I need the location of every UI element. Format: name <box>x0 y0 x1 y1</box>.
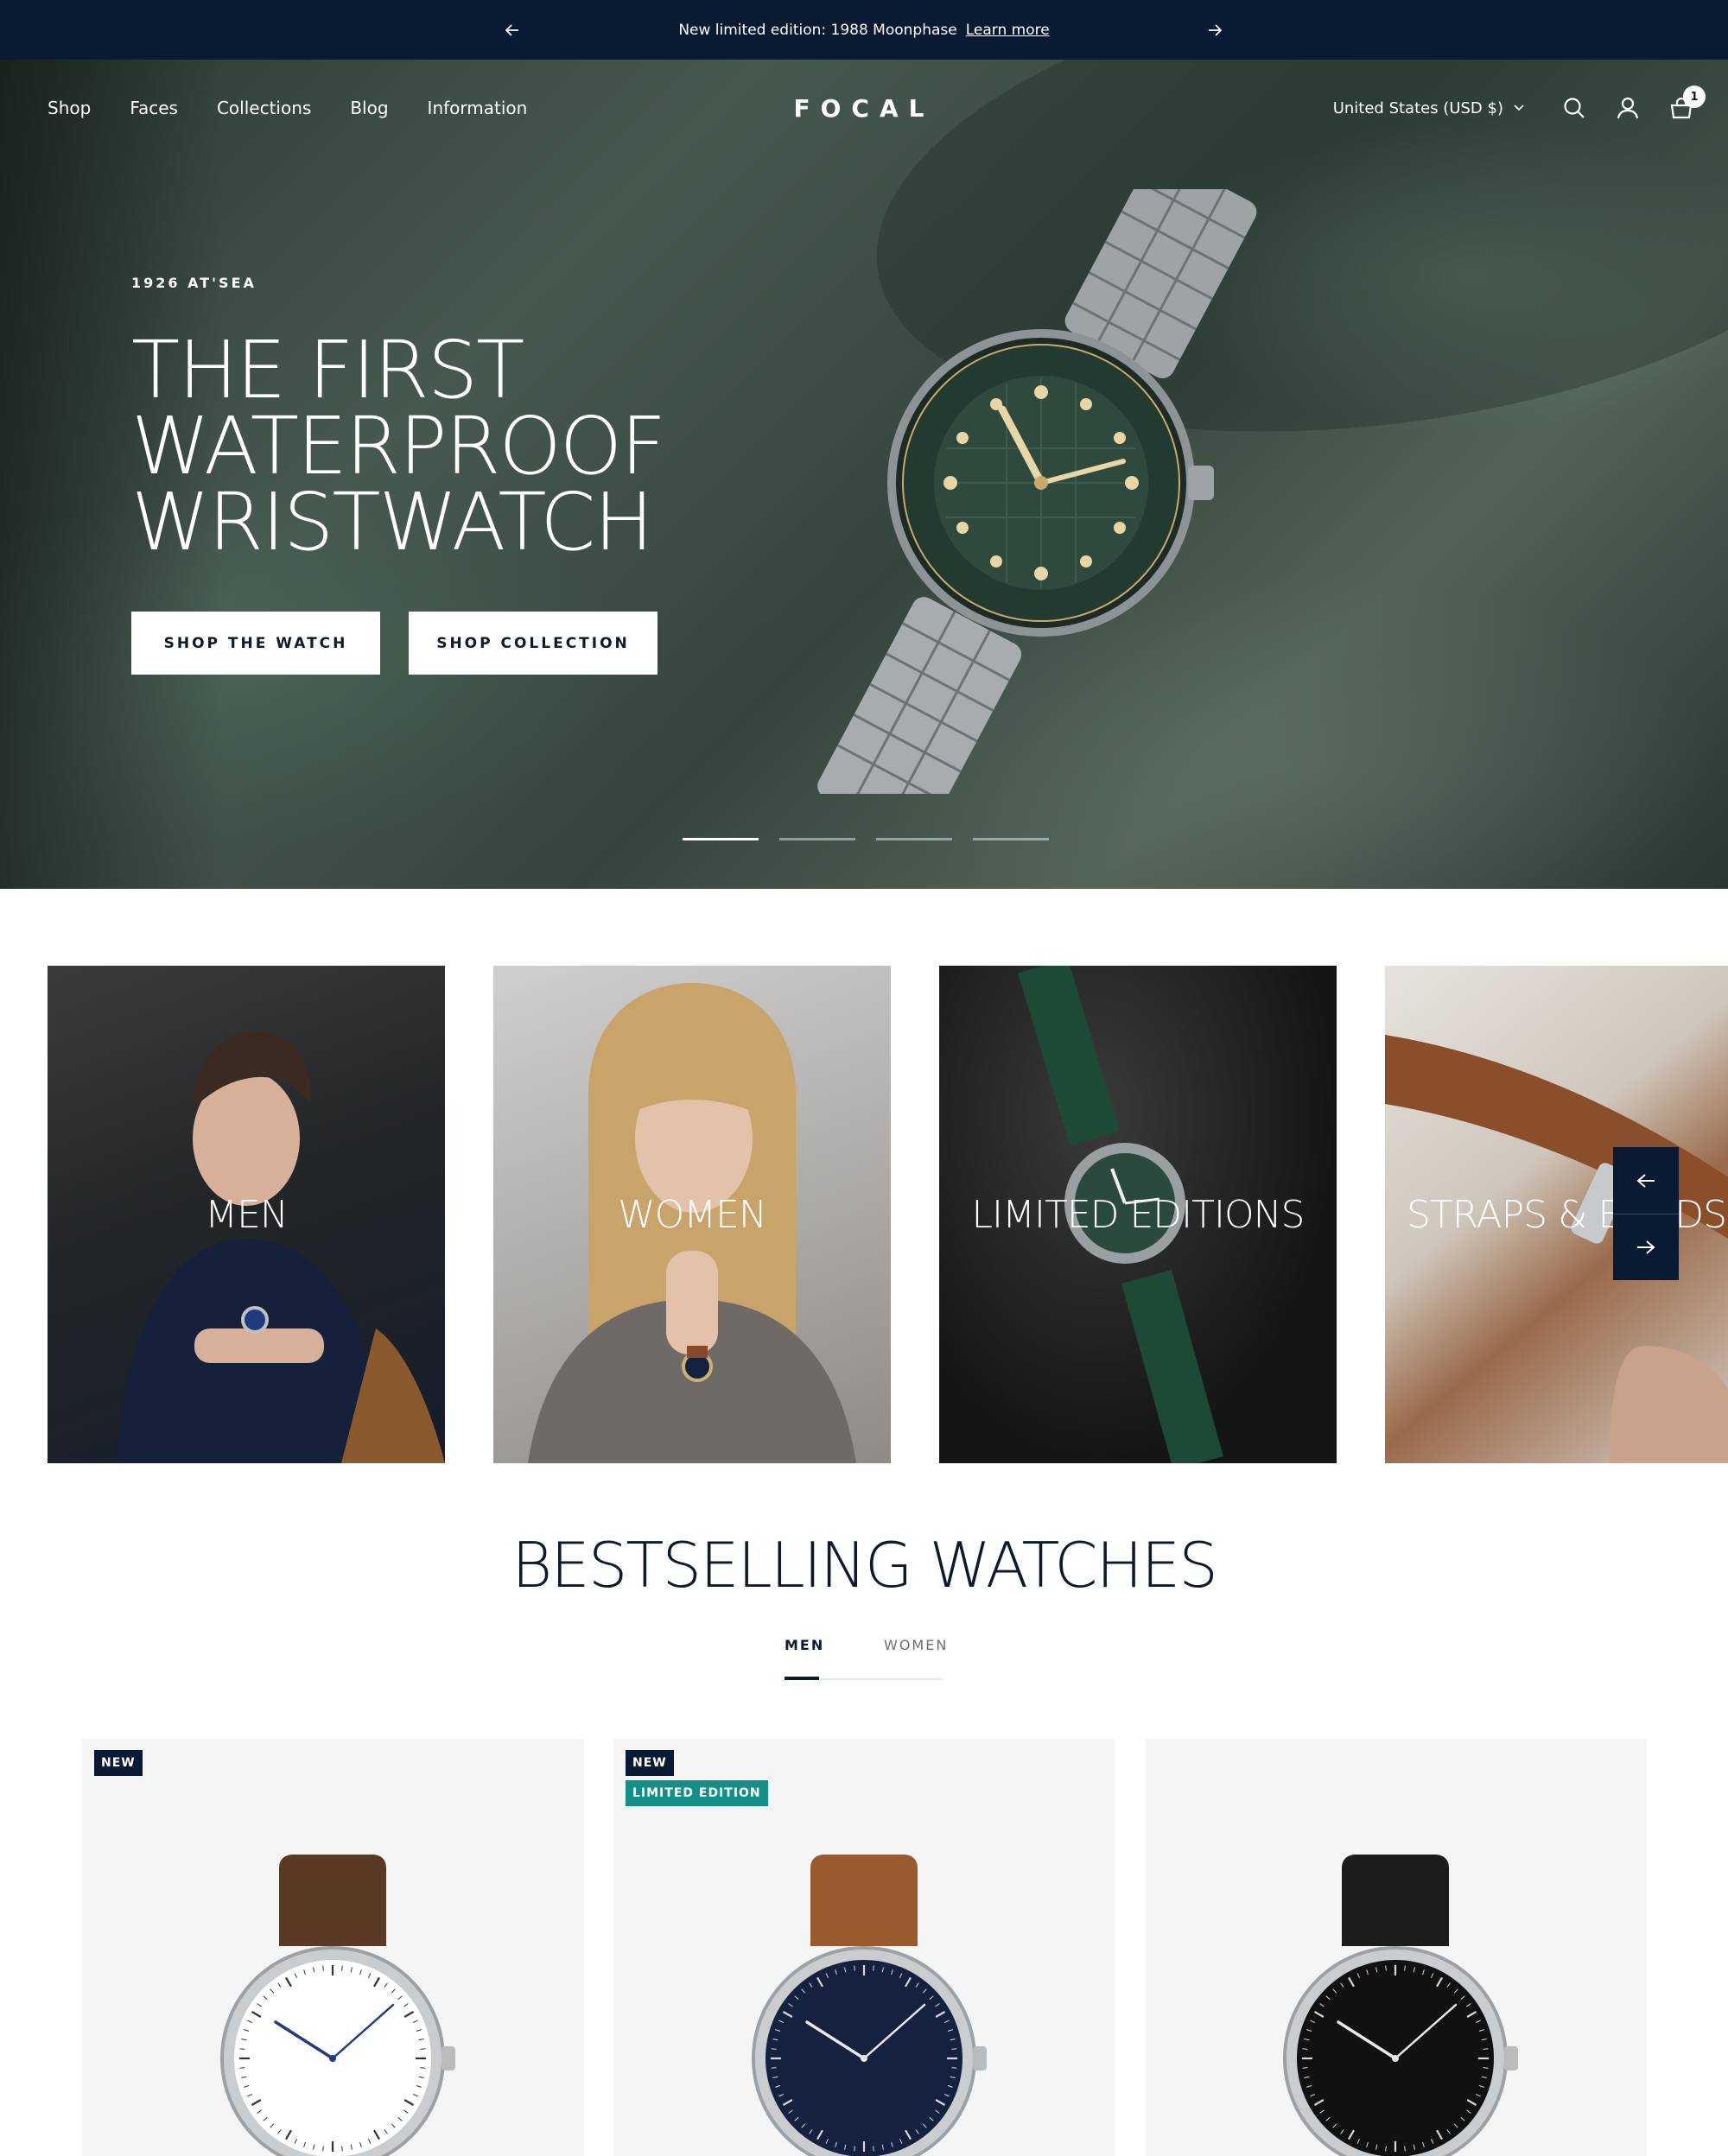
crown <box>442 2046 455 2070</box>
product-card[interactable]: NEW LIMITED EDITION <box>613 1739 1115 2156</box>
arrow-left-icon <box>505 23 518 36</box>
dial-tick <box>239 2067 245 2069</box>
collection-card-limited-editions[interactable]: LIMITED EDITIONS <box>939 966 1337 1463</box>
announcement-prev-button[interactable] <box>495 0 530 60</box>
strap <box>279 1855 386 1946</box>
dial-tick <box>322 1965 324 1971</box>
dial-tick <box>239 2048 245 2050</box>
nav-link-collections[interactable]: Collections <box>217 98 311 118</box>
collection-card-women[interactable]: WOMEN <box>493 966 891 1463</box>
nav-utilities: United States (USD $) 1 <box>1333 60 1706 156</box>
nav-link-shop[interactable]: Shop <box>48 98 91 118</box>
hero-title: THE FIRST WATERPROOF WRISTWATCH <box>131 324 684 568</box>
country-selector-label: United States (USD $) <box>1332 98 1503 117</box>
announcement-bar: New limited edition: 1988 Moonphase Lear… <box>0 0 1728 60</box>
strap <box>810 1855 918 1946</box>
product-grid: NEW NEW LIMITED EDITION <box>82 1739 1647 2156</box>
dial-tick <box>1404 1965 1406 1971</box>
search-button[interactable] <box>1562 96 1586 120</box>
dial-tick <box>771 2048 777 2050</box>
product-card[interactable]: NEW <box>82 1739 584 2156</box>
bestselling-title: BESTSELLING WATCHES <box>511 1529 1218 1601</box>
carousel-prev-button[interactable] <box>1613 1147 1679 1214</box>
announcement-next-button[interactable] <box>1198 0 1232 60</box>
arrow-left-icon <box>1636 1173 1655 1188</box>
slide-indicator[interactable] <box>683 838 759 840</box>
crown <box>973 2046 987 2070</box>
dial-tick <box>1385 1965 1387 1971</box>
hand-pin <box>329 2055 336 2062</box>
dial-tick <box>951 2067 957 2069</box>
dial-tick <box>420 2048 426 2050</box>
collection-card-label: LIMITED EDITIONS <box>971 1192 1306 1237</box>
announcement-learn-more-link[interactable]: Learn more <box>966 22 1050 39</box>
dial-tick <box>322 2146 324 2152</box>
dial-tick <box>854 1965 855 1971</box>
dial-tick <box>420 2067 426 2069</box>
country-selector[interactable]: United States (USD $) <box>1333 99 1524 117</box>
collection-carousel: MEN WOMEN LIMITED EDITIONS STRAPS & BAND… <box>48 966 1728 1463</box>
dial-tick <box>1302 2048 1308 2050</box>
hand-pin <box>1392 2055 1399 2062</box>
account-button[interactable] <box>1616 96 1640 120</box>
hero-title-line: WRISTWATCH <box>131 476 654 568</box>
site-logo[interactable]: FOCAL <box>778 60 950 156</box>
chevron-down-icon <box>1514 105 1524 111</box>
cart-count-badge: 1 <box>1683 86 1706 108</box>
dial-tick <box>341 1965 343 1971</box>
slide-indicator[interactable] <box>876 838 952 840</box>
hero-eyebrow: 1926 AT'SEA <box>131 275 257 291</box>
nav-link-blog[interactable]: Blog <box>350 98 388 118</box>
product-image <box>220 1855 455 2156</box>
hero-watch-image <box>817 189 1257 794</box>
dial-tick <box>1385 2146 1387 2152</box>
search-icon <box>1564 98 1585 118</box>
nav-link-information[interactable]: Information <box>428 98 528 118</box>
hero-title-line: WATERPROOF <box>131 400 666 492</box>
arrow-right-icon <box>1637 1240 1655 1254</box>
dial-tick <box>771 2067 777 2069</box>
hero-buttons: SHOP THE WATCH SHOP COLLECTION <box>131 612 658 675</box>
dial-tick <box>1483 2048 1489 2050</box>
hero-slide-indicators <box>683 838 1049 840</box>
announcement-message: New limited edition: 1988 Moonphase <box>678 21 957 39</box>
slide-indicator[interactable] <box>779 838 855 840</box>
product-card[interactable] <box>1145 1739 1647 2156</box>
product-image <box>752 1855 987 2156</box>
dial-tick <box>1483 2067 1489 2069</box>
collection-carousel-controls <box>1613 1147 1679 1280</box>
shop-the-watch-button[interactable]: SHOP THE WATCH <box>131 612 380 675</box>
product-image <box>1283 1855 1518 2156</box>
main-navigation: Shop Faces Collections Blog Information … <box>0 60 1728 156</box>
dial-tick <box>1302 2067 1308 2069</box>
dial-tick <box>1404 2146 1406 2152</box>
dial-tick <box>341 2146 343 2152</box>
active-tab-indicator <box>785 1677 819 1680</box>
crown <box>1504 2046 1518 2070</box>
nav-link-faces[interactable]: Faces <box>130 98 178 118</box>
tab-men[interactable]: MEN <box>785 1637 824 1653</box>
hand-pin <box>861 2055 867 2062</box>
collection-card-label: WOMEN <box>618 1192 767 1237</box>
shop-collection-button[interactable]: SHOP COLLECTION <box>409 612 658 675</box>
account-icon <box>1617 97 1639 119</box>
dial-tick <box>854 2146 855 2152</box>
hero-title-line: THE FIRST <box>131 324 524 416</box>
strap <box>1342 1855 1449 1946</box>
dial-tick <box>951 2048 957 2050</box>
cart-button[interactable]: 1 <box>1669 86 1706 120</box>
collection-card-label: MEN <box>205 1192 289 1237</box>
hero-content: 1926 AT'SEA THE FIRST WATERPROOF WRISTWA… <box>131 275 684 568</box>
collection-card-men[interactable]: MEN <box>48 966 445 1463</box>
nav-links: Shop Faces Collections Blog Information <box>48 60 527 156</box>
tab-women[interactable]: WOMEN <box>884 1637 948 1653</box>
carousel-next-button[interactable] <box>1613 1214 1679 1280</box>
slide-indicator[interactable] <box>973 838 1049 840</box>
bestselling-tabs: MEN WOMEN <box>785 1637 946 1682</box>
arrow-right-icon <box>1209 23 1222 36</box>
